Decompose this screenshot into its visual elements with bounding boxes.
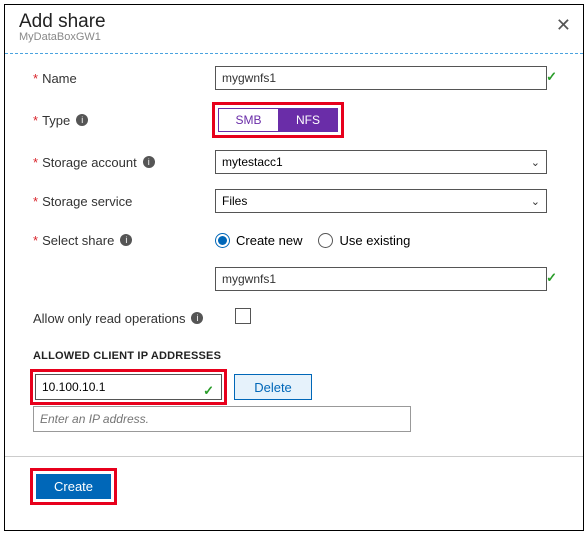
storage-service-label: Storage service — [42, 194, 132, 209]
type-smb-button[interactable]: SMB — [218, 108, 278, 132]
panel-header: Add share MyDataBoxGW1 — [5, 5, 583, 47]
select-share-label: Select share — [42, 233, 114, 248]
storage-account-label: Storage account — [42, 155, 137, 170]
form: *Name *Typei SMB NFS *Storage accounti — [5, 54, 583, 432]
info-icon[interactable]: i — [120, 234, 132, 246]
info-icon[interactable]: i — [76, 114, 88, 126]
share-name-input[interactable] — [215, 267, 547, 291]
name-input[interactable] — [215, 66, 547, 90]
use-existing-radio[interactable]: Use existing — [318, 233, 410, 248]
allow-read-checkbox[interactable] — [235, 308, 251, 324]
delete-button[interactable]: Delete — [234, 374, 312, 400]
storage-account-select[interactable]: mytestacc1 ⌄ — [215, 150, 547, 174]
panel-title: Add share — [19, 11, 569, 33]
ip-input-new[interactable] — [33, 406, 411, 432]
chevron-down-icon: ⌄ — [531, 195, 540, 208]
ip-section-title: ALLOWED CLIENT IP ADDRESSES — [33, 350, 565, 362]
add-share-panel: Add share MyDataBoxGW1 ✕ *Name *Typei SM… — [4, 4, 584, 531]
chevron-down-icon: ⌄ — [531, 156, 540, 169]
type-label: Type — [42, 113, 70, 128]
create-button[interactable]: Create — [36, 474, 111, 499]
close-icon[interactable]: ✕ — [556, 15, 571, 36]
ip-input-1[interactable] — [35, 374, 222, 400]
create-new-radio[interactable]: Create new — [215, 233, 302, 248]
info-icon[interactable]: i — [191, 312, 203, 324]
type-nfs-button[interactable]: NFS — [278, 108, 338, 132]
allow-read-label: Allow only read operations — [33, 311, 185, 326]
storage-service-select[interactable]: Files ⌄ — [215, 189, 547, 213]
info-icon[interactable]: i — [143, 156, 155, 168]
name-label: Name — [42, 71, 77, 86]
